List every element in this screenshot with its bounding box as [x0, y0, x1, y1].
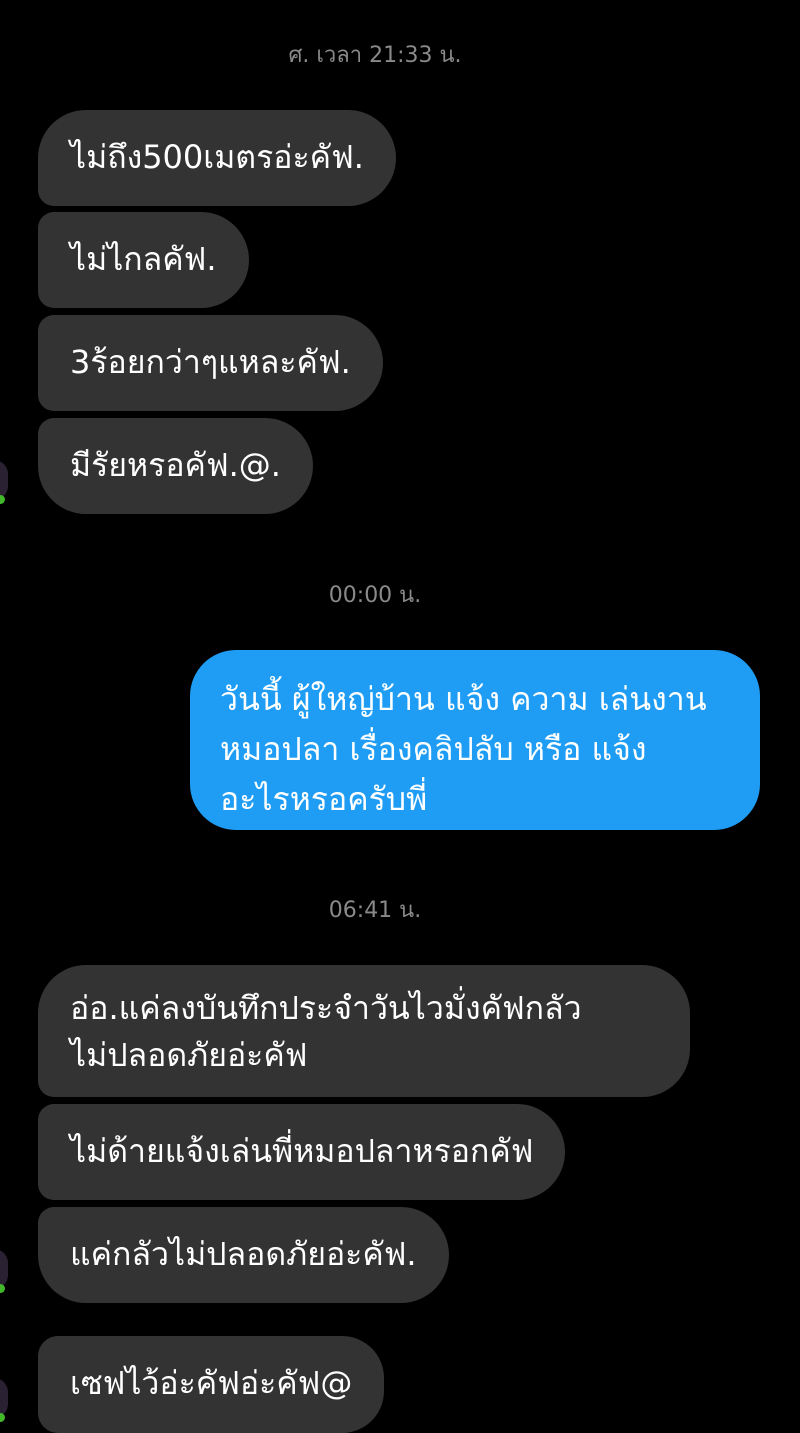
avatar[interactable] [0, 1249, 8, 1289]
message-text: แค่กลัวไม่ปลอดภัยอ่ะคัฟ. [70, 1235, 417, 1273]
message-bubble-incoming[interactable]: ไม่ไกลคัฟ. [38, 212, 249, 308]
online-status-icon [0, 1413, 5, 1422]
message-text-line: อะไรหรอครับพี่ [220, 780, 428, 818]
message-text-line: วันนี้ ผู้ใหญ่บ้าน แจ้ง ความ เล่นงาน [220, 680, 707, 718]
message-text-line: อ่อ.แค่ลงบันทึกประจำวันไวมั่งคัฟกลัว [70, 989, 582, 1027]
message-bubble-incoming[interactable]: อ่อ.แค่ลงบันทึกประจำวันไวมั่งคัฟกลัว ไม่… [38, 965, 690, 1097]
message-bubble-outgoing[interactable]: วันนี้ ผู้ใหญ่บ้าน แจ้ง ความ เล่นงาน หมอ… [190, 650, 760, 830]
online-status-icon [0, 495, 5, 504]
message-text: 3ร้อยกว่าๆแหละคัฟ. [70, 343, 351, 381]
message-bubble-incoming[interactable]: ไม่ด้ายแจ้งเล่นพี่หมอปลาหรอกคัฟ [38, 1104, 566, 1200]
message-text: มีรัยหรอคัฟ.@. [70, 446, 281, 484]
message-bubble-incoming[interactable]: มีรัยหรอคัฟ.@. [38, 418, 313, 514]
message-text: ไม่ด้ายแจ้งเล่นพี่หมอปลาหรอกคัฟ [70, 1132, 534, 1170]
message-text: เซฟไว้อ่ะคัฟอ่ะคัฟ@ [70, 1364, 353, 1402]
avatar[interactable] [0, 1378, 8, 1418]
message-bubble-incoming[interactable]: 3ร้อยกว่าๆแหละคัฟ. [38, 315, 383, 411]
avatar[interactable] [0, 460, 8, 500]
timestamp: ศ. เวลา 21:33 น. [288, 43, 462, 68]
timestamp: 00:00 น. [328, 583, 422, 608]
message-text-line: หมอปลา เรื่องคลิปลับ หรือ แจ้ง [220, 730, 647, 768]
message-bubble-incoming[interactable]: เซฟไว้อ่ะคัฟอ่ะคัฟ@ [38, 1336, 385, 1433]
timestamp: 06:41 น. [328, 898, 422, 923]
message-bubble-incoming[interactable]: ไม่ถึง500เมตรอ่ะคัฟ. [38, 110, 396, 206]
message-text: ไม่ถึง500เมตรอ่ะคัฟ. [70, 138, 364, 176]
message-text-line: ไม่ปลอดภัยอ่ะคัฟ [70, 1036, 308, 1074]
online-status-icon [0, 1284, 5, 1293]
chat-thread[interactable]: ศ. เวลา 21:33 น. ไม่ถึง500เมตรอ่ะคัฟ. ไม… [0, 0, 800, 1433]
message-text: ไม่ไกลคัฟ. [70, 240, 217, 278]
message-bubble-incoming[interactable]: แค่กลัวไม่ปลอดภัยอ่ะคัฟ. [38, 1207, 449, 1303]
